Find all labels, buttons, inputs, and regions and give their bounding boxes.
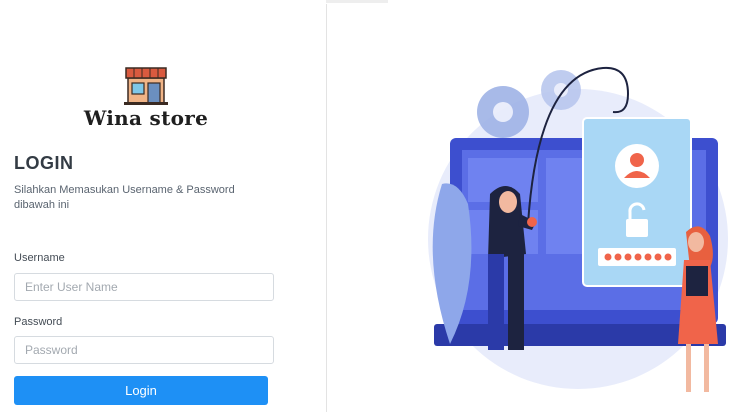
- password-input[interactable]: [14, 336, 274, 364]
- store-icon: [124, 67, 168, 105]
- password-label: Password: [14, 316, 63, 328]
- page-title: LOGIN: [14, 153, 74, 173]
- login-button[interactable]: Login: [14, 376, 268, 405]
- gear-icon: [477, 86, 529, 138]
- gear-icon: [541, 70, 581, 110]
- brand-name: Wina store: [83, 106, 209, 130]
- login-panel: Wina store LOGIN Silahkan Memasukan User…: [0, 0, 326, 412]
- phishing-hacker-illustration: [428, 66, 728, 392]
- login-instructions: Silahkan Memasukan Username & Password d…: [14, 184, 235, 211]
- username-label: Username: [14, 252, 65, 264]
- panel-divider: [326, 4, 327, 412]
- username-input[interactable]: [14, 273, 274, 301]
